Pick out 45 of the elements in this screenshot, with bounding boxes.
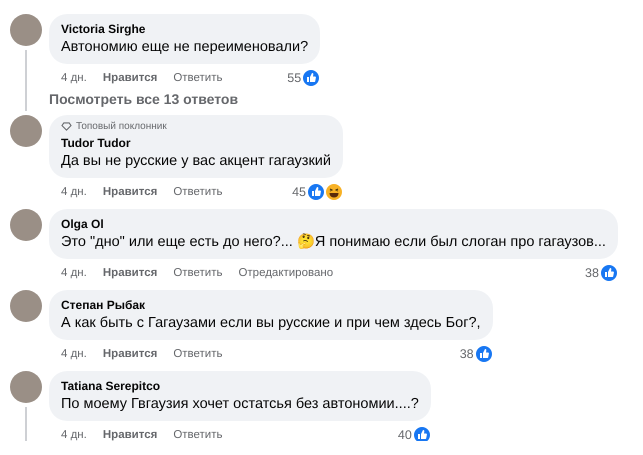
like-icon [307,183,325,201]
comment-text: По моему Гвгаузия хочет остатсья без автономии....? [61,395,419,414]
author-name[interactable]: Степан Рыбак [61,298,146,312]
avatar-photo[interactable] [10,115,42,147]
reply-link[interactable]: Ответить [173,267,222,279]
comment-time[interactable]: 4 дн. [61,186,87,198]
like-link[interactable]: Нравится [102,348,158,360]
comment-text: Автономию еще не переименовали? [61,38,308,57]
comment-text: Это "дно" или еще есть до него?... 🤔Я понимаю если был слоган про гагаузов... [61,233,606,252]
like-link[interactable]: Нравится [102,429,158,441]
comment-text: Да вы не русские у вас акцент гагаузкий [61,152,331,171]
like-icon [474,345,493,363]
like-link[interactable]: Нравится [102,186,158,198]
diamond-icon [61,122,72,131]
like-icon [600,264,618,282]
avatar-photo[interactable] [10,371,42,403]
reply-link[interactable]: Ответить [173,429,222,441]
avatar-photo[interactable] [10,290,42,322]
reply-link[interactable]: Ответить [173,186,222,198]
reaction-count[interactable]: 38 [460,347,474,361]
edited-label: Отредактировано [238,267,334,279]
fan-label: Топовый поклонник [76,121,167,132]
reaction-count[interactable]: 45 [292,185,306,199]
author-name[interactable]: Tudor Tudor [61,136,131,150]
comment-time[interactable]: 4 дн. [61,267,87,279]
reaction-count[interactable]: 38 [585,266,599,280]
like-link[interactable]: Нравится [102,72,158,84]
laughing-face-icon [325,183,343,201]
view-replies-link[interactable]: Посмотреть все 13 ответов [49,91,320,107]
author-name[interactable]: Victoria Sirghe [61,22,146,36]
avatar-photo[interactable] [10,209,42,241]
like-icon [302,69,320,87]
reaction-count[interactable]: 40 [398,428,412,441]
reaction-count[interactable]: 55 [287,71,302,85]
like-icon [412,426,431,441]
comment-time[interactable]: 4 дн. [61,348,87,360]
comment-time[interactable]: 4 дн. [61,72,87,84]
like-link[interactable]: Нравится [102,267,158,279]
reply-link[interactable]: Ответить [173,72,222,84]
author-name[interactable]: Tatiana Serepitco [61,379,160,393]
comment-time[interactable]: 4 дн. [61,429,87,441]
comment-text: А как быть с Гагаузами если вы русские и при чем здесь Бог?, [61,314,481,333]
avatar-photo[interactable] [10,14,42,46]
reply-link[interactable]: Ответить [173,348,222,360]
author-name[interactable]: Olga Ol [61,217,104,231]
